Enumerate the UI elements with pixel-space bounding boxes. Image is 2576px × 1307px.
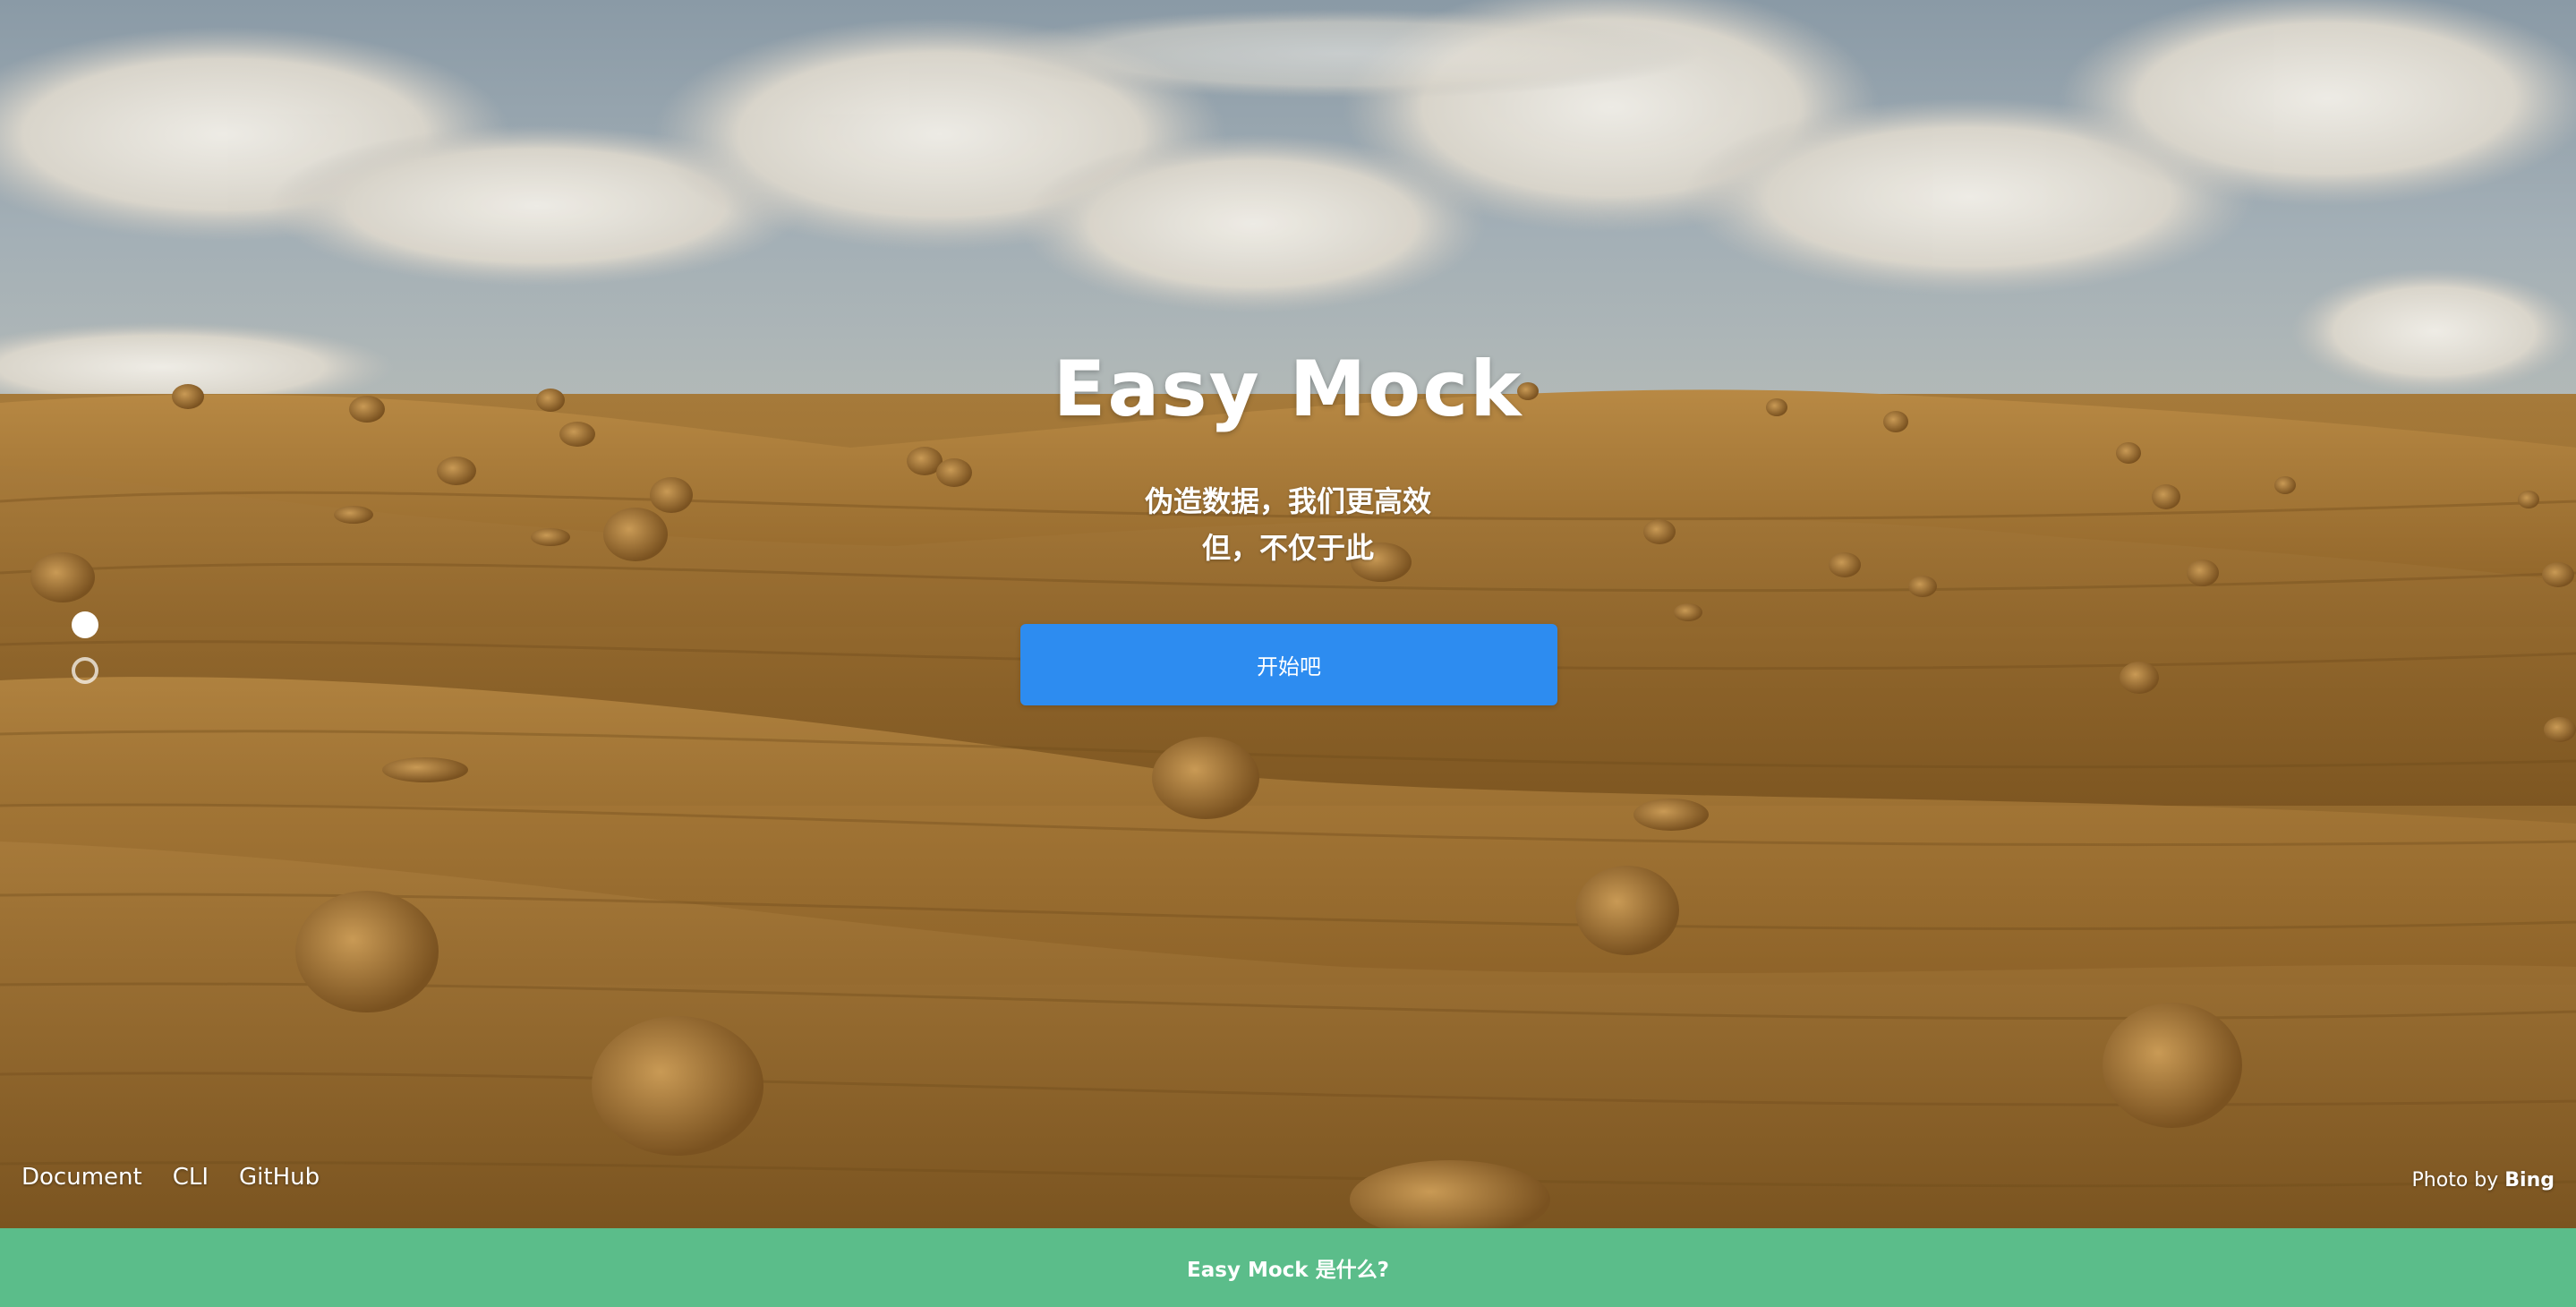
start-button[interactable]: 开始吧	[1020, 624, 1557, 705]
landing-page: Easy Mock 伪造数据，我们更高效 但，不仅于此 开始吧 Document…	[0, 0, 2576, 1307]
slide-dot-active-icon[interactable]	[72, 611, 98, 638]
background-photo	[0, 0, 2576, 1228]
bottom-bar-label: Easy Mock 是什么?	[1187, 1259, 1389, 1282]
cli-link[interactable]: CLI	[173, 1164, 209, 1191]
slide-dot-inactive-icon[interactable]	[72, 657, 98, 684]
what-is-easy-mock-bar[interactable]: Easy Mock 是什么?	[0, 1228, 2576, 1307]
hero-subtitle-line-1: 伪造数据，我们更高效	[1144, 484, 1431, 518]
hero-title: Easy Mock	[1053, 345, 1523, 434]
photo-credit-source: Bing	[2504, 1169, 2555, 1192]
photo-credit-prefix: Photo by	[2411, 1169, 2499, 1192]
document-link[interactable]: Document	[21, 1164, 142, 1191]
hero-subtitle-line-2: 但，不仅于此	[1201, 531, 1374, 565]
photo-credit: Photo by Bing	[2412, 1169, 2555, 1192]
hero-subtitle: 伪造数据，我们更高效 但，不仅于此	[0, 478, 2576, 571]
footer-links: Document CLI GitHub	[21, 1164, 320, 1191]
github-link[interactable]: GitHub	[239, 1164, 320, 1191]
